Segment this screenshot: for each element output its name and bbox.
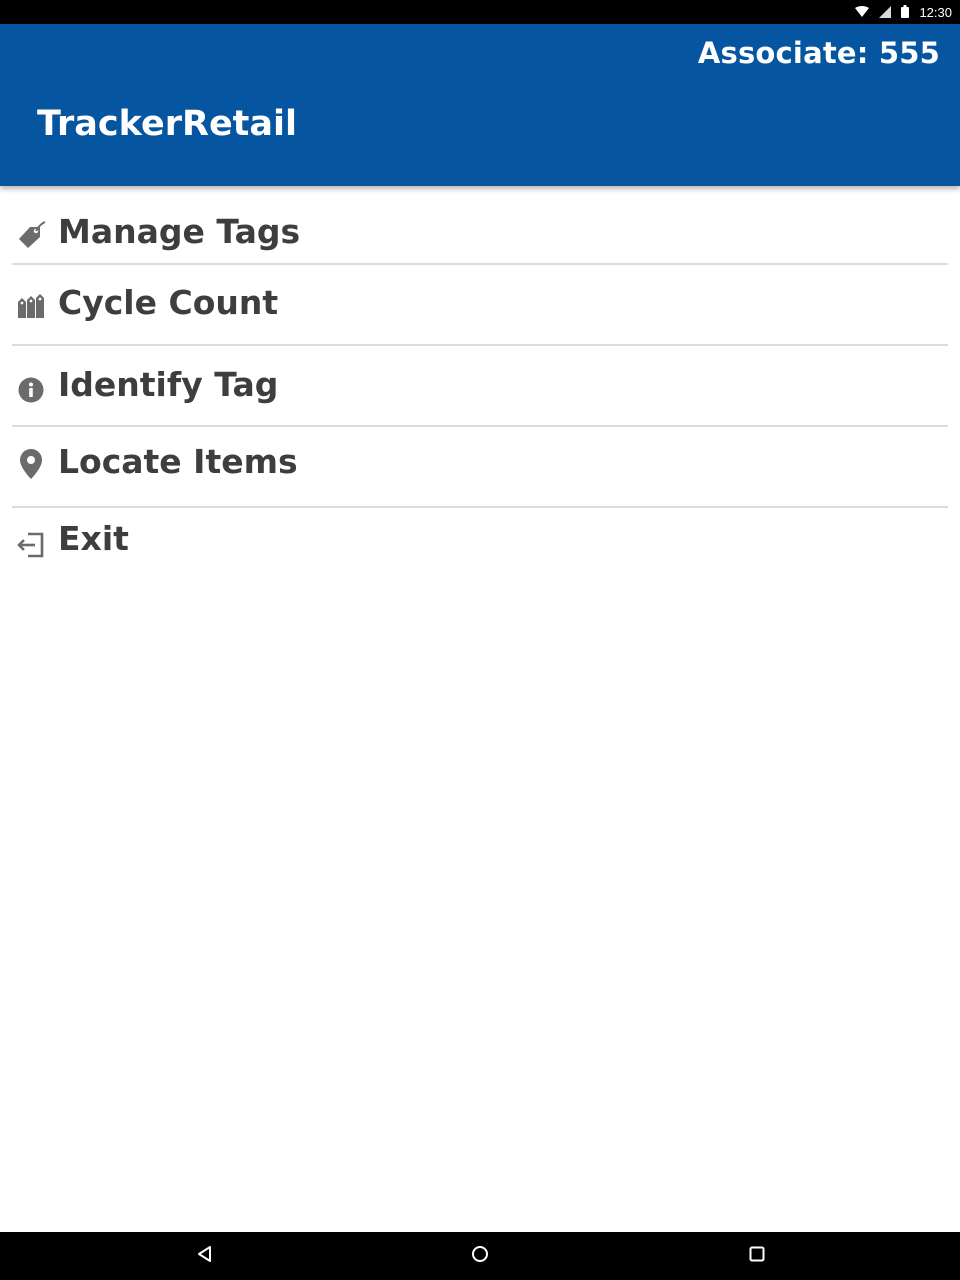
tags-multiple-icon bbox=[16, 291, 46, 321]
recents-button[interactable] bbox=[727, 1232, 787, 1280]
wifi-icon bbox=[855, 3, 870, 22]
menu-item-label: Cycle Count bbox=[58, 283, 279, 322]
status-icons: 12:30 bbox=[855, 0, 952, 24]
tag-icon bbox=[16, 220, 46, 250]
app-title: TrackerRetail bbox=[37, 104, 298, 144]
menu-item-label: Identify Tag bbox=[58, 365, 279, 404]
home-icon bbox=[471, 1245, 489, 1267]
menu-item-label: Manage Tags bbox=[58, 212, 301, 251]
menu-item-exit[interactable]: Exit bbox=[12, 508, 948, 587]
menu-item-label: Exit bbox=[58, 519, 129, 558]
back-icon bbox=[196, 1245, 214, 1267]
sign-out-icon bbox=[16, 530, 46, 560]
back-button[interactable] bbox=[175, 1232, 235, 1280]
recents-icon bbox=[749, 1246, 765, 1266]
main-menu: Manage Tags Cycle Count Identify Tag Loc… bbox=[12, 190, 948, 587]
status-bar: 12:30 bbox=[0, 0, 960, 24]
status-time: 12:30 bbox=[919, 4, 952, 20]
associate-label: Associate: 555 bbox=[697, 36, 940, 70]
battery-icon bbox=[901, 3, 910, 22]
map-pin-icon bbox=[16, 449, 46, 479]
menu-item-locate-items[interactable]: Locate Items bbox=[12, 427, 948, 508]
menu-item-cycle-count[interactable]: Cycle Count bbox=[12, 265, 948, 346]
navigation-bar bbox=[0, 1232, 960, 1280]
menu-item-label: Locate Items bbox=[58, 442, 298, 481]
menu-item-manage-tags[interactable]: Manage Tags bbox=[12, 190, 948, 265]
app-bar: Associate: 555 TrackerRetail bbox=[0, 24, 960, 186]
menu-item-identify-tag[interactable]: Identify Tag bbox=[12, 346, 948, 427]
info-icon bbox=[16, 375, 46, 405]
home-button[interactable] bbox=[450, 1232, 510, 1280]
cell-signal-icon bbox=[879, 3, 892, 22]
